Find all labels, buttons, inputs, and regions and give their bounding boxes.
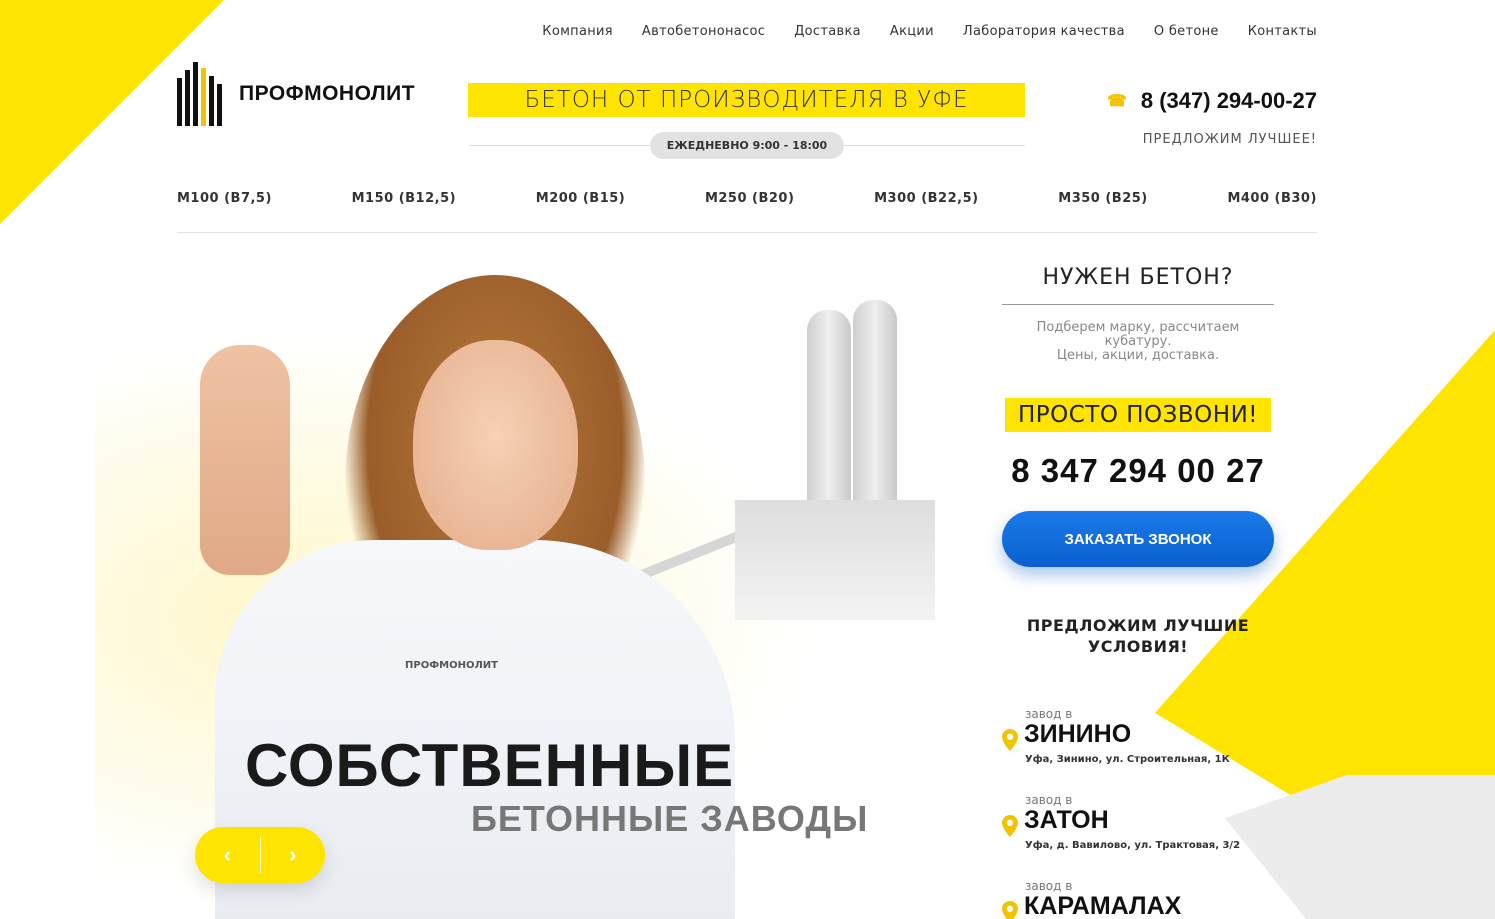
- best-conditions-line: ПРЕДЛОЖИМ ЛУЧШИЕ: [1026, 616, 1250, 635]
- grade-link-m400[interactable]: М400 (B30): [1227, 191, 1316, 206]
- panel-phone[interactable]: 8 347 294 00 27: [1002, 452, 1274, 490]
- header-tagline: ПРЕДЛОЖИМ ЛУЧШЕЕ!: [1142, 132, 1317, 147]
- grade-link-m350[interactable]: М350 (B25): [1058, 191, 1147, 206]
- order-call-button[interactable]: ЗАКАЗАТЬ ЗВОНОК: [1002, 511, 1274, 567]
- plant-prefix: завод в: [1025, 879, 1073, 893]
- top-nav: Компания Автобетононасос Доставка Акции …: [513, 24, 1317, 39]
- nav-link-contacts[interactable]: Контакты: [1248, 24, 1317, 39]
- grade-link-m100[interactable]: М100 (B7,5): [177, 191, 272, 206]
- working-hours-badge: ЕЖЕДНЕВНО 9:00 - 18:00: [650, 132, 844, 159]
- panel-description-line: Цены, акции, доставка.: [1056, 348, 1220, 363]
- hero-subtitle: БЕТОННЫЕ ЗАВОДЫ: [471, 798, 869, 839]
- logo-text: ПРОФМОНОЛИТ: [239, 82, 416, 105]
- order-panel: НУЖЕН БЕТОН? Подберем марку, рассчитаем …: [1002, 265, 1274, 657]
- hero-person-face: [413, 340, 578, 550]
- nav-link-about-concrete[interactable]: О бетоне: [1154, 24, 1219, 39]
- header-phone[interactable]: ☎ 8 (347) 294-00-27: [1107, 88, 1317, 114]
- logo-icon: [177, 62, 227, 126]
- slider-next-button[interactable]: ›: [261, 827, 326, 883]
- panel-question: НУЖЕН БЕТОН?: [1002, 265, 1274, 305]
- best-conditions: ПРЕДЛОЖИМ ЛУЧШИЕ УСЛОВИЯ!: [1002, 615, 1274, 657]
- grade-link-m250[interactable]: М250 (B20): [705, 191, 794, 206]
- panel-description: Подберем марку, рассчитаем кубатуру. Цен…: [1002, 321, 1274, 363]
- grade-link-m150[interactable]: М150 (B12,5): [352, 191, 456, 206]
- plant-name: КАРАМАЛАХ: [1024, 892, 1182, 919]
- plant-address: Уфа, Зинино, ул. Строительная, 1К: [1025, 754, 1230, 765]
- grade-menu: М100 (B7,5) М150 (B12,5) М200 (B15) М250…: [177, 191, 1317, 206]
- shirt-logo: ПРОФМОНОЛИТ: [405, 660, 498, 671]
- call-highlight: ПРОСТО ПОЗВОНИ!: [1004, 398, 1272, 432]
- header-banner: БЕТОН ОТ ПРОИЗВОДИТЕЛЯ В УФЕ: [468, 83, 1025, 117]
- nav-link-promotions[interactable]: Акции: [890, 24, 934, 39]
- map-pin-icon: [1002, 901, 1018, 919]
- slider-controls: ‹ ›: [195, 827, 325, 883]
- slider-prev-button[interactable]: ‹: [195, 827, 260, 883]
- thumbs-up-hand: [200, 345, 290, 575]
- nav-link-delivery[interactable]: Доставка: [794, 24, 861, 39]
- nav-link-company[interactable]: Компания: [542, 24, 613, 39]
- phone-icon: ☎: [1106, 93, 1127, 110]
- plant-prefix: завод в: [1025, 793, 1073, 807]
- logo[interactable]: ПРОФМОНОЛИТ: [177, 62, 415, 126]
- header-divider: [177, 232, 1317, 233]
- best-conditions-line: УСЛОВИЯ!: [1087, 637, 1189, 656]
- panel-description-line: Подберем марку, рассчитаем кубатуру.: [1036, 320, 1240, 349]
- plant-address: Уфа, д. Вавилово, ул. Трактовая, 3/2: [1025, 840, 1241, 851]
- nav-link-pump[interactable]: Автобетононасос: [642, 24, 765, 39]
- map-pin-icon: [1002, 729, 1018, 751]
- hero-title: СОБСТВЕННЫЕ: [245, 732, 735, 799]
- grade-link-m200[interactable]: М200 (B15): [536, 191, 625, 206]
- grade-link-m300[interactable]: М300 (B22,5): [874, 191, 978, 206]
- plant-prefix: завод в: [1025, 707, 1073, 721]
- header-phone-number: 8 (347) 294-00-27: [1140, 88, 1317, 113]
- map-pin-icon: [1002, 815, 1018, 837]
- plant-name: ЗИНИНО: [1024, 720, 1132, 748]
- plant-base: [735, 500, 935, 620]
- decor-shape-grey: [1225, 775, 1495, 919]
- plant-name: ЗАТОН: [1024, 806, 1109, 834]
- nav-link-laboratory[interactable]: Лаборатория качества: [963, 24, 1125, 39]
